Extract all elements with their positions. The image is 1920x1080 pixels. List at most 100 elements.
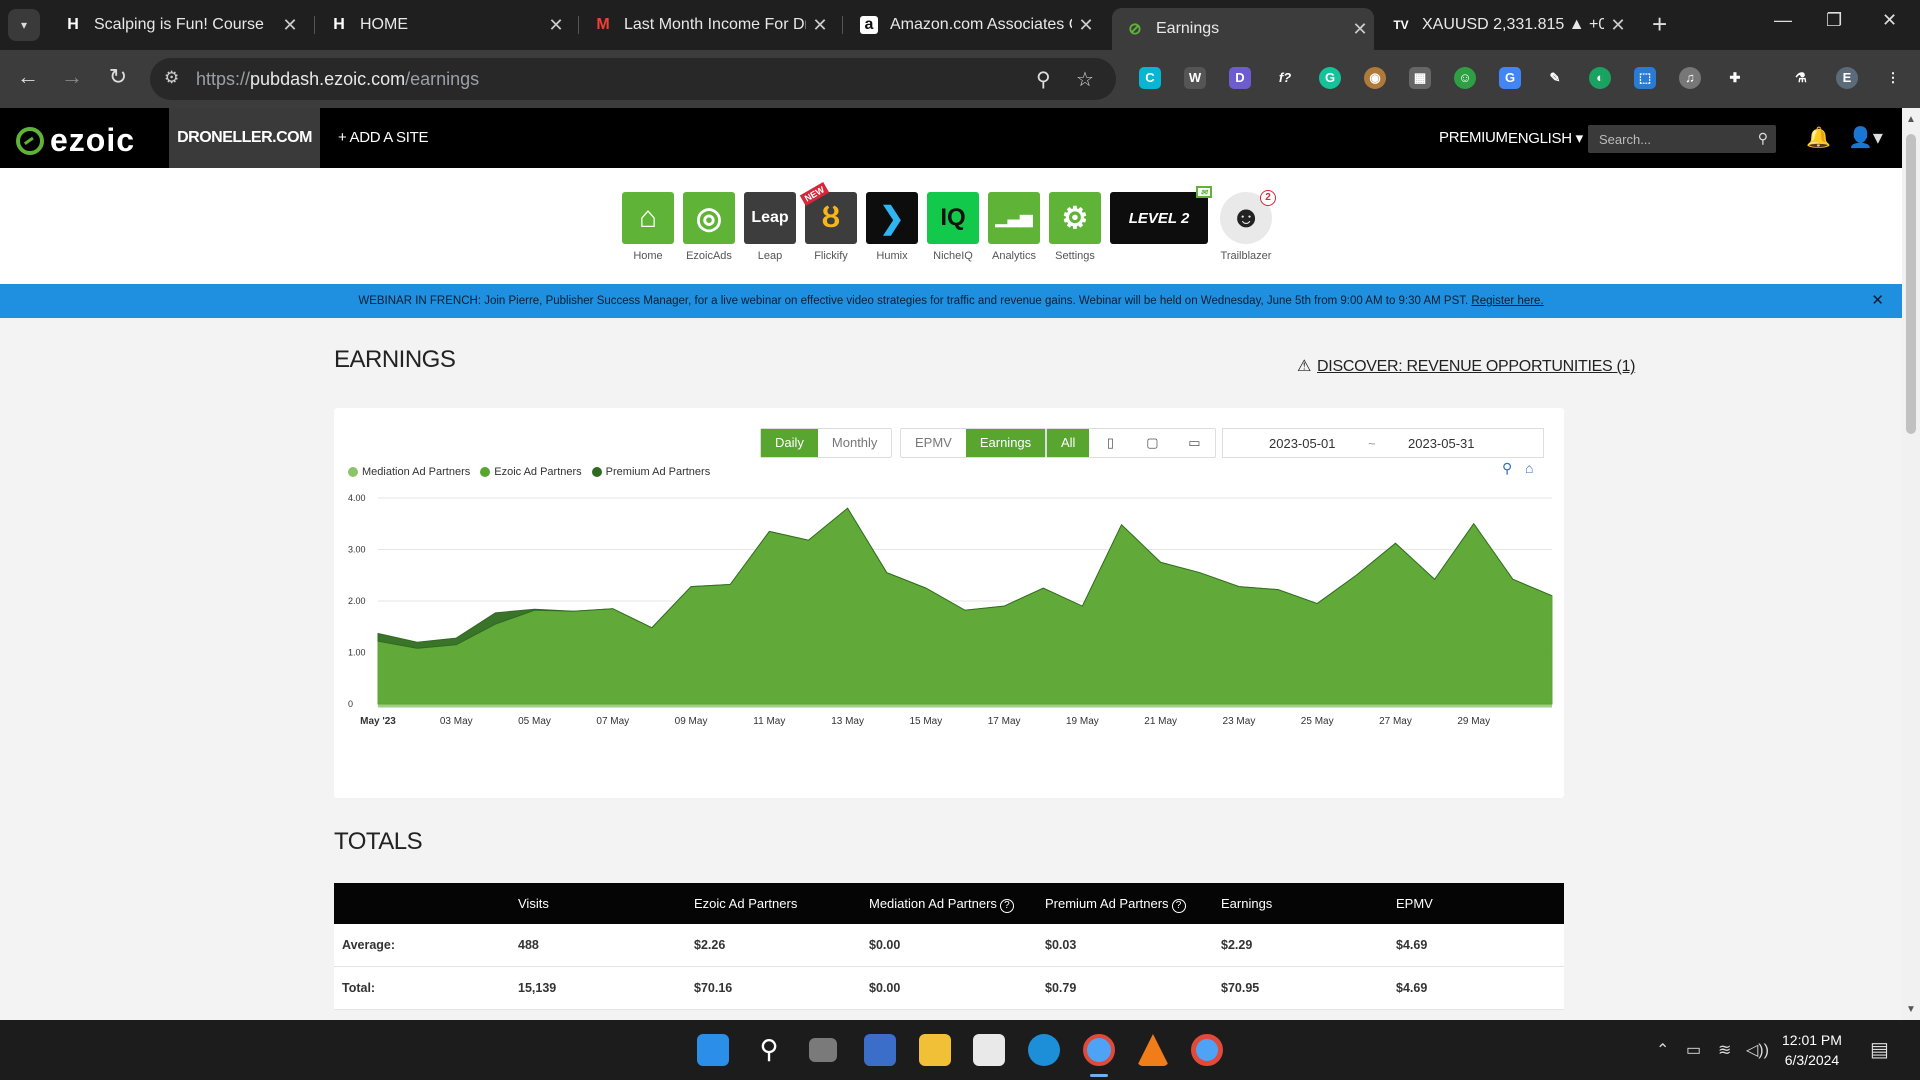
forward-icon[interactable]: →	[57, 64, 87, 90]
wifi-icon[interactable]: ≋	[1718, 1040, 1731, 1060]
chrome-beta-icon[interactable]	[1083, 1034, 1115, 1066]
table-row: Average: 488 $2.26 $0.00 $0.03 $2.29 $4.…	[334, 924, 1564, 967]
close-tab-icon[interactable]: ✕	[276, 15, 304, 36]
tab-tradingview[interactable]: TV XAUUSD 2,331.815 ▲ +0.2 ✕	[1378, 8, 1632, 42]
extensions-puzzle-icon[interactable]: ✚	[1724, 67, 1746, 89]
premium-link[interactable]: PREMIUM	[1439, 129, 1508, 146]
chart-reset-home-icon[interactable]: ⌂	[1525, 460, 1533, 476]
back-icon[interactable]: ←	[13, 64, 43, 90]
extension-robot-icon[interactable]: ☺	[1454, 67, 1476, 89]
extension-c-icon[interactable]: C	[1139, 67, 1161, 89]
app-settings[interactable]: ⚙ Settings	[1049, 192, 1101, 262]
extension-w-icon[interactable]: W	[1184, 67, 1206, 89]
tab-scalping[interactable]: H Scalping is Fun! Course ✕	[50, 8, 304, 42]
widgets-icon[interactable]	[864, 1034, 896, 1066]
zoom-icon[interactable]: ⚲	[1036, 67, 1051, 92]
tab-home[interactable]: H HOME ✕	[316, 8, 570, 42]
reload-icon[interactable]: ↻	[103, 64, 133, 90]
address-bar[interactable]: ⚙ https://pubdash.ezoic.com/earnings ⚲ ☆	[150, 58, 1116, 100]
close-tab-icon[interactable]: ✕	[1604, 15, 1632, 36]
level-badge[interactable]: LEVEL 2 ✉	[1110, 186, 1212, 244]
google-translate-icon[interactable]: G	[1499, 67, 1521, 89]
notifications-icon[interactable]: ▤	[1870, 1037, 1889, 1062]
ezoic-logo-icon	[16, 126, 44, 155]
tab-amazon[interactable]: a Amazon.com Associates Ce ✕	[846, 8, 1100, 42]
close-tab-icon[interactable]: ✕	[1346, 19, 1374, 40]
site-info-icon[interactable]: ⚙	[164, 68, 179, 88]
scrollbar-thumb[interactable]	[1906, 134, 1916, 434]
app-trailblazer[interactable]: ☻ 2 Trailblazer	[1220, 190, 1276, 262]
new-tab-icon[interactable]: +	[1652, 9, 1667, 39]
labs-flask-icon[interactable]: ⚗	[1790, 67, 1812, 89]
grammarly-icon[interactable]: G	[1319, 67, 1341, 89]
extension-d-icon[interactable]: D	[1229, 67, 1251, 89]
screenshot-icon[interactable]: ⬚	[1634, 67, 1656, 89]
header-search-input[interactable]: Search... ⚲	[1588, 125, 1776, 153]
system-clock[interactable]: 12:01 PM 6/3/2024	[1782, 1030, 1842, 1070]
tablet-icon[interactable]: ▢	[1131, 429, 1173, 457]
extension-globe-icon[interactable]: ◐	[1589, 67, 1611, 89]
site-selector[interactable]: DRONELLER.COM	[169, 108, 320, 168]
file-explorer-icon[interactable]	[919, 1034, 951, 1066]
profile-avatar[interactable]: E	[1836, 67, 1858, 89]
windows-start-icon[interactable]	[697, 1034, 729, 1066]
page-scrollbar[interactable]: ▲ ▼	[1902, 108, 1920, 1020]
monthly-button[interactable]: Monthly	[818, 429, 892, 457]
notifications-bell-icon[interactable]: 🔔	[1806, 125, 1831, 150]
battery-icon[interactable]: ▭	[1686, 1040, 1701, 1060]
chrome-icon[interactable]	[1191, 1034, 1223, 1066]
vlc-icon[interactable]	[1137, 1034, 1169, 1066]
extension-owl-icon[interactable]: ◉	[1364, 67, 1386, 89]
epmv-button[interactable]: EPMV	[901, 429, 966, 457]
discover-revenue-link[interactable]: ⚠ DISCOVER: REVENUE OPPORTUNITIES (1)	[1297, 356, 1636, 376]
user-menu-icon[interactable]: 👤▾	[1848, 125, 1883, 150]
search-icon[interactable]: ⚲	[1758, 130, 1768, 147]
help-icon[interactable]: ?	[1171, 899, 1186, 913]
browser-menu-icon[interactable]: ⋮	[1882, 67, 1904, 89]
restore-icon[interactable]: ❐	[1826, 10, 1842, 31]
close-tab-icon[interactable]: ✕	[542, 15, 570, 36]
task-view-icon[interactable]	[809, 1038, 837, 1062]
legend-item-mediation[interactable]: Mediation Ad Partners	[348, 466, 470, 478]
microsoft-store-icon[interactable]	[973, 1034, 1005, 1066]
all-devices-button[interactable]: All	[1047, 429, 1090, 457]
tab-earnings[interactable]: ⊘ Earnings ✕	[1112, 8, 1374, 50]
close-tab-icon[interactable]: ✕	[1072, 15, 1100, 36]
edge-icon[interactable]	[1028, 1034, 1060, 1066]
legend-item-premium[interactable]: Premium Ad Partners	[591, 466, 710, 478]
extension-music-icon[interactable]: ♫	[1679, 67, 1701, 89]
tab-title: Last Month Income For Dr	[624, 16, 806, 33]
y-tick-label: 1.00	[348, 648, 366, 658]
ezoic-logo[interactable]: ezoic	[16, 122, 135, 159]
level-icon: LEVEL 2 ✉	[1110, 186, 1212, 244]
tab-title: Amazon.com Associates Ce	[890, 16, 1072, 33]
extension-formula-icon[interactable]: f?	[1274, 67, 1296, 89]
extension-grid-icon[interactable]: ▦	[1409, 67, 1431, 89]
flickify-icon: ȣ NEW	[799, 182, 857, 244]
volume-icon[interactable]: ◁))	[1746, 1040, 1769, 1060]
tab-gmail[interactable]: M Last Month Income For Dr ✕	[580, 8, 834, 42]
register-link[interactable]: Register here.	[1471, 295, 1543, 307]
chart-zoom-icon[interactable]: ⚲	[1502, 460, 1512, 477]
daily-button[interactable]: Daily	[761, 429, 818, 457]
phone-icon[interactable]: ▯	[1089, 429, 1131, 457]
close-window-icon[interactable]: ✕	[1882, 10, 1897, 31]
earnings-button[interactable]: Earnings	[965, 429, 1046, 457]
eyedropper-icon[interactable]: ✎	[1544, 67, 1566, 89]
add-site-link[interactable]: + ADD A SITE	[338, 129, 429, 146]
language-dropdown[interactable]: ENGLISH ▾	[1508, 129, 1583, 147]
bookmark-star-icon[interactable]: ☆	[1076, 67, 1094, 92]
legend-item-ezoic[interactable]: Ezoic Ad Partners	[480, 466, 582, 478]
earnings-area-chart[interactable]: 0 1.00 2.00 3.00 4.00 May '23 03 May 05 May 07 M…	[334, 488, 1564, 798]
date-range-picker[interactable]: 2023-05-01 ~ 2023-05-31	[1222, 428, 1544, 458]
search-icon[interactable]: ⚲	[753, 1034, 785, 1066]
tab-search-chevron-icon[interactable]: ▾	[8, 9, 40, 41]
minimize-icon[interactable]: —	[1774, 10, 1792, 31]
warning-icon: ⚠	[1297, 358, 1312, 375]
help-icon[interactable]: ?	[999, 899, 1014, 913]
close-banner-icon[interactable]: ✕	[1871, 284, 1884, 318]
desktop-icon[interactable]: ▭	[1173, 429, 1215, 457]
trailblazer-astronaut-icon: ☻ 2	[1220, 190, 1276, 244]
tray-overflow-icon[interactable]: ⌃	[1656, 1040, 1669, 1060]
close-tab-icon[interactable]: ✕	[806, 15, 834, 36]
